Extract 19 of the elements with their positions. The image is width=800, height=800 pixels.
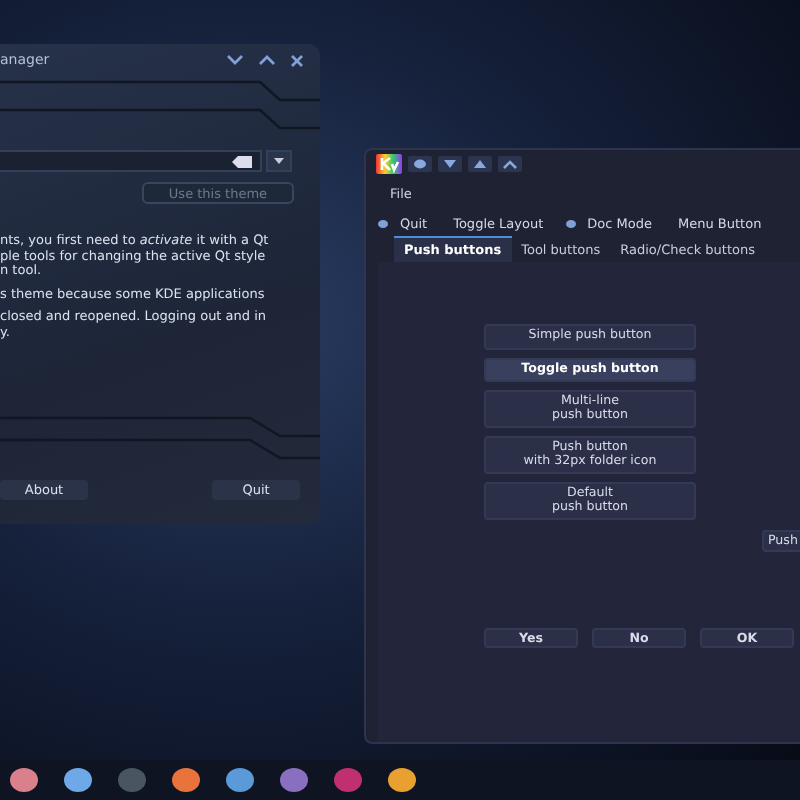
close-icon[interactable] bbox=[290, 53, 304, 67]
app-icon[interactable] bbox=[64, 768, 92, 792]
app-icon[interactable] bbox=[10, 768, 38, 792]
maximize-icon[interactable] bbox=[258, 54, 276, 66]
minimize-icon[interactable] bbox=[226, 54, 244, 66]
app-icon[interactable] bbox=[172, 768, 200, 792]
app-icon[interactable] bbox=[280, 768, 308, 792]
caret-icon bbox=[274, 158, 284, 164]
app-logo-icon bbox=[376, 154, 402, 174]
dot-icon[interactable] bbox=[408, 156, 432, 172]
app-icon[interactable] bbox=[388, 768, 416, 792]
triangle-up-icon[interactable] bbox=[468, 156, 492, 172]
chevron-up-icon[interactable] bbox=[498, 156, 522, 172]
dropdown-button[interactable] bbox=[266, 150, 292, 172]
triangle-down-icon[interactable] bbox=[438, 156, 462, 172]
theme-combo-box[interactable] bbox=[0, 150, 262, 172]
app-icon[interactable] bbox=[334, 768, 362, 792]
app-icon[interactable] bbox=[226, 768, 254, 792]
clear-icon[interactable] bbox=[232, 155, 252, 167]
